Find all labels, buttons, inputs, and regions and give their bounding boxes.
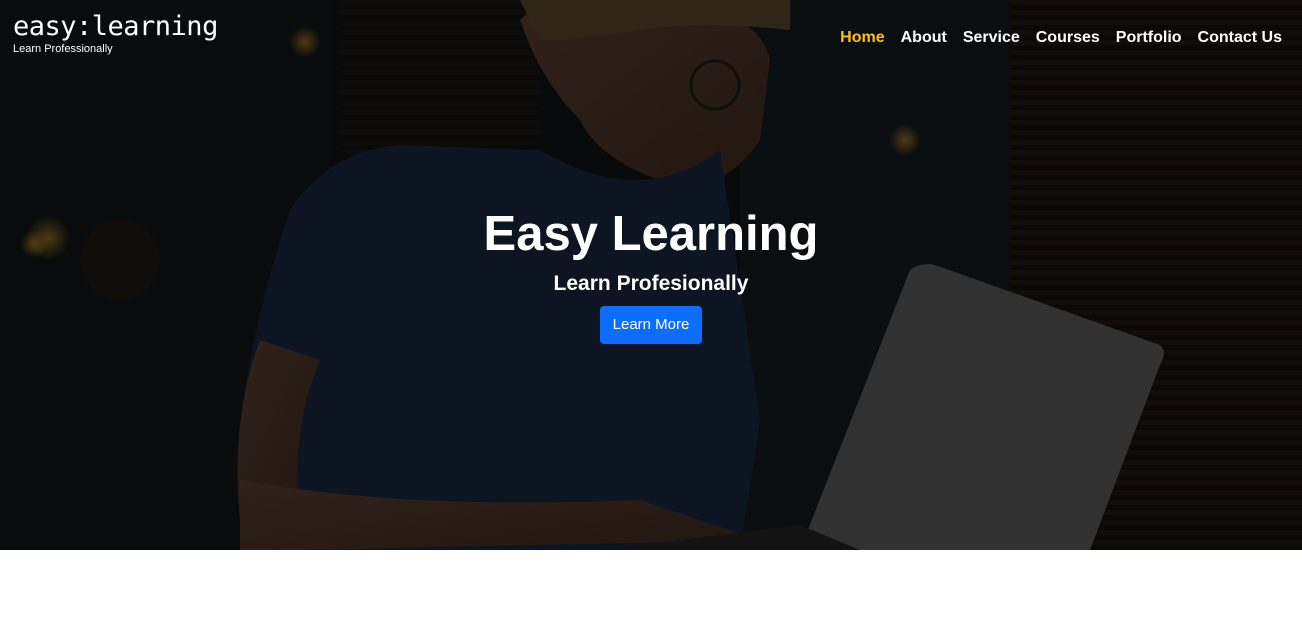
hero-subtitle: Learn Profesionally [553,272,749,295]
brand-tagline: Learn Professionally [13,43,113,55]
nav-item-courses[interactable]: Courses [1036,29,1100,47]
nav-item-contact-us[interactable]: Contact Us [1198,29,1282,47]
brand-logo[interactable]: easy:learning Learn Professionally [13,11,218,56]
brand-name: easy:learning [13,11,218,42]
nav-item-portfolio[interactable]: Portfolio [1116,29,1182,47]
nav-item-about[interactable]: About [901,29,947,47]
hero-section: easy:learning Learn Professionally Home … [0,0,1302,550]
nav-item-home[interactable]: Home [840,29,884,47]
hero-title: Easy Learning [483,207,819,261]
main-nav: Home About Service Courses Portfolio Con… [840,29,1282,47]
hero-content: Easy Learning Learn Profesionally Learn … [0,205,1302,344]
nav-item-service[interactable]: Service [963,29,1020,47]
learn-more-button[interactable]: Learn More [599,306,703,344]
